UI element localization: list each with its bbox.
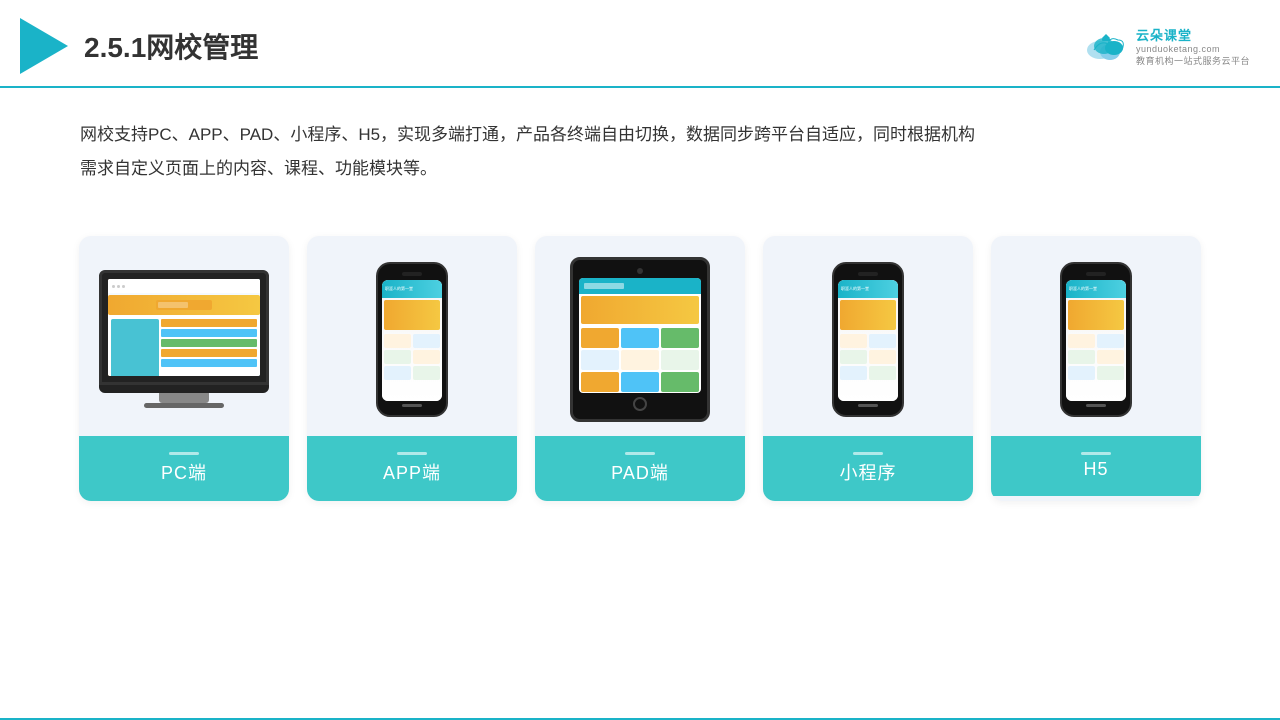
- app-label-text: APP端: [383, 459, 441, 485]
- device-ipad: [570, 257, 710, 422]
- description: 网校支持PC、APP、PAD、小程序、H5，实现多端打通，产品各终端自由切换，数…: [0, 88, 1280, 206]
- device-mini-phone: 职涯人的第一堂: [832, 262, 904, 417]
- card-h5: 职涯人的第一堂: [991, 236, 1201, 501]
- device-app-phone: 职涯人的第一堂: [376, 262, 448, 417]
- play-icon: [20, 18, 68, 74]
- phone-notch-mini: [858, 272, 878, 276]
- header-right: 云朵课堂 yunduoketang.com 教育机构一站式服务云平台: [1082, 25, 1250, 67]
- card-mini-image: 职涯人的第一堂: [763, 236, 973, 436]
- ipad-camera: [637, 268, 643, 274]
- description-text: 网校支持PC、APP、PAD、小程序、H5，实现多端打通，产品各终端自由切换，数…: [80, 118, 1200, 186]
- page-title: 2.5.1网校管理: [84, 26, 258, 66]
- header-left: 2.5.1网校管理: [20, 18, 258, 74]
- phone-app-screen: 职涯人的第一堂: [382, 280, 442, 401]
- phone-home-bar-mini: [858, 404, 878, 407]
- ipad-home-button: [633, 397, 647, 411]
- mini-label-text: 小程序: [840, 459, 897, 485]
- card-app: 职涯人的第一堂: [307, 236, 517, 501]
- label-decoration: [169, 452, 199, 455]
- card-pc-label[interactable]: PC端: [79, 436, 289, 501]
- label-decoration: [853, 452, 883, 455]
- label-decoration: [625, 452, 655, 455]
- card-h5-image: 职涯人的第一堂: [991, 236, 1201, 436]
- phone-home-bar-h5: [1086, 404, 1106, 407]
- card-pad-label[interactable]: PAD端: [535, 436, 745, 501]
- cards-container: PC端 职涯人的第一堂: [0, 216, 1280, 531]
- cloud-svg-icon: [1082, 30, 1130, 62]
- card-app-label[interactable]: APP端: [307, 436, 517, 501]
- card-pc: PC端: [79, 236, 289, 501]
- ipad-screen: [579, 278, 701, 393]
- brand-tagline: 教育机构一站式服务云平台: [1136, 54, 1250, 67]
- phone-h5-screen: 职涯人的第一堂: [1066, 280, 1126, 401]
- h5-label-text: H5: [1083, 459, 1108, 480]
- card-pc-image: [79, 236, 289, 436]
- brand-text: 云朵课堂 yunduoketang.com 教育机构一站式服务云平台: [1136, 25, 1250, 67]
- card-mini: 职涯人的第一堂: [763, 236, 973, 501]
- pc-monitor: [99, 270, 269, 385]
- phone-mini-screen: 职涯人的第一堂: [838, 280, 898, 401]
- pc-label-text: PC端: [161, 459, 207, 485]
- device-h5-phone: 职涯人的第一堂: [1060, 262, 1132, 417]
- label-decoration: [397, 452, 427, 455]
- card-h5-label[interactable]: H5: [991, 436, 1201, 496]
- card-mini-label[interactable]: 小程序: [763, 436, 973, 501]
- brand-url: yunduoketang.com: [1136, 44, 1220, 54]
- phone-notch: [402, 272, 422, 276]
- card-pad: PAD端: [535, 236, 745, 501]
- pad-label-text: PAD端: [611, 459, 669, 485]
- pc-screen: [108, 279, 260, 376]
- label-decoration: [1081, 452, 1111, 455]
- brand-logo: 云朵课堂 yunduoketang.com 教育机构一站式服务云平台: [1082, 25, 1250, 67]
- phone-notch-h5: [1086, 272, 1106, 276]
- brand-name: 云朵课堂: [1136, 25, 1192, 44]
- device-pc: [99, 270, 269, 408]
- card-app-image: 职涯人的第一堂: [307, 236, 517, 436]
- header: 2.5.1网校管理 云朵课堂 yunduoketang.com 教育机构一站式服…: [0, 0, 1280, 88]
- phone-home-bar: [402, 404, 422, 407]
- card-pad-image: [535, 236, 745, 436]
